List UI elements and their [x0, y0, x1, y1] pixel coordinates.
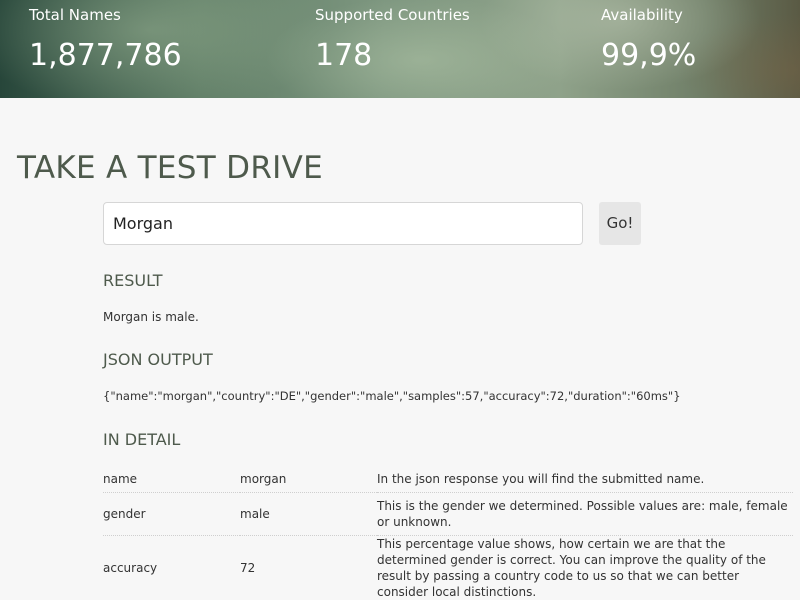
- result-text: Morgan is male.: [103, 310, 199, 324]
- in-detail-heading: IN DETAIL: [103, 430, 180, 449]
- detail-table: name morgan In the json response you wil…: [103, 466, 793, 600]
- table-row: name morgan In the json response you wil…: [103, 466, 793, 493]
- result-heading: RESULT: [103, 271, 163, 290]
- field-description: In the json response you will find the s…: [377, 466, 793, 493]
- field-description: This is the gender we determined. Possib…: [377, 493, 793, 536]
- stat-value: 1,877,786: [29, 36, 182, 76]
- test-drive-title: TAKE A TEST DRIVE: [17, 150, 323, 186]
- json-output-heading: JSON OUTPUT: [103, 350, 213, 369]
- json-output-text: {"name":"morgan","country":"DE","gender"…: [103, 389, 681, 403]
- field-value: male: [240, 493, 377, 536]
- stat-availability: Availability 99,9%: [601, 6, 696, 76]
- stats-banner: Total Names 1,877,786 Supported Countrie…: [0, 0, 800, 98]
- field-name: gender: [103, 493, 240, 536]
- stat-label: Total Names: [29, 6, 182, 24]
- stat-value: 178: [315, 36, 470, 76]
- table-row: gender male This is the gender we determ…: [103, 493, 793, 536]
- stat-supported-countries: Supported Countries 178: [315, 6, 470, 76]
- field-name: name: [103, 466, 240, 493]
- table-row: accuracy 72 This percentage value shows,…: [103, 536, 793, 600]
- field-value: 72: [240, 536, 377, 600]
- stat-value: 99,9%: [601, 36, 696, 76]
- field-value: morgan: [240, 466, 377, 493]
- stat-label: Supported Countries: [315, 6, 470, 24]
- stat-total-names: Total Names 1,877,786: [29, 6, 182, 76]
- go-button[interactable]: Go!: [599, 202, 641, 245]
- field-name: accuracy: [103, 536, 240, 600]
- stat-label: Availability: [601, 6, 696, 24]
- field-description: This percentage value shows, how certain…: [377, 536, 793, 600]
- name-input[interactable]: Morgan: [103, 202, 583, 245]
